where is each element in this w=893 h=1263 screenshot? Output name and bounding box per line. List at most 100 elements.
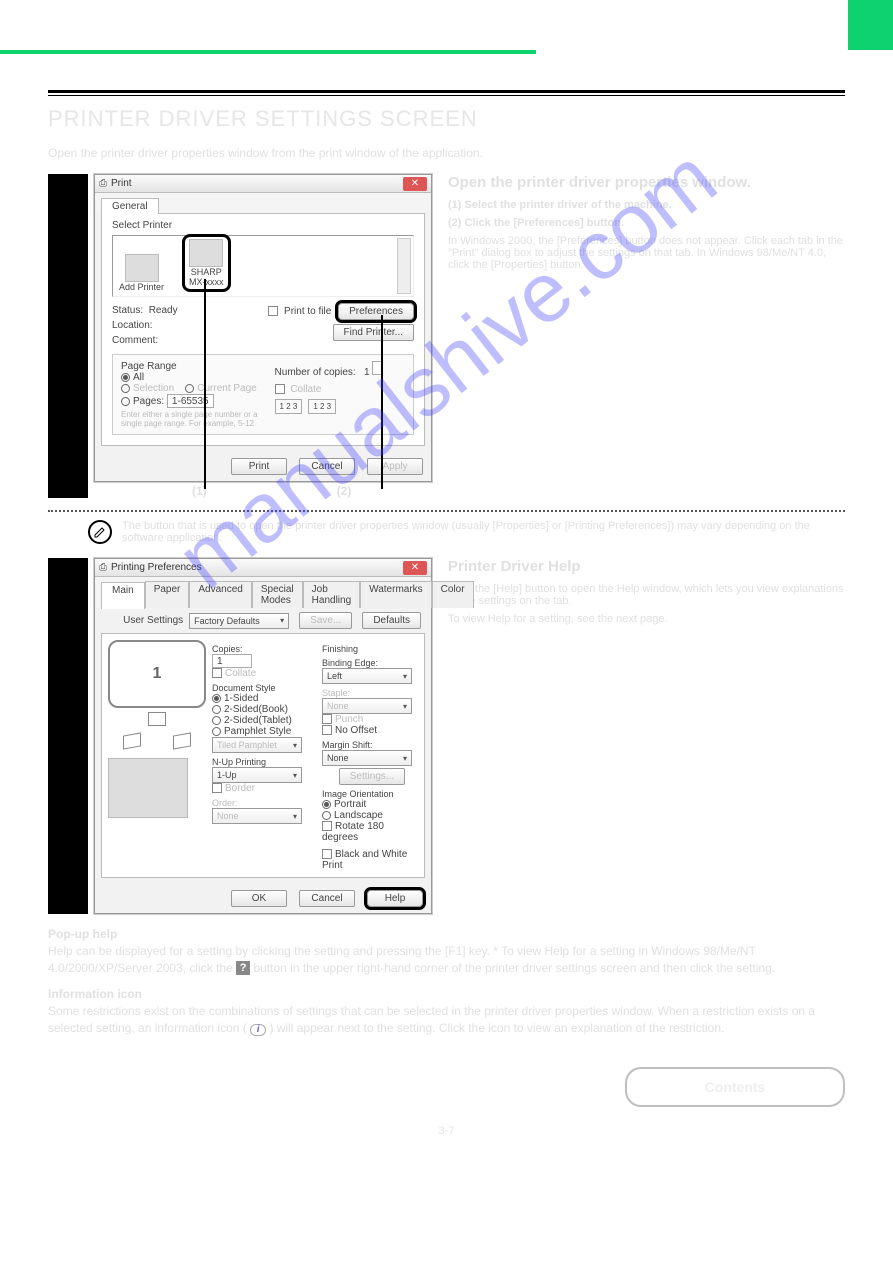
bw-label: Black and White Print <box>322 849 407 871</box>
preferences-button[interactable]: Preferences <box>338 303 414 320</box>
pages-input[interactable]: 1-65535 <box>167 394 214 408</box>
add-printer[interactable]: Add Printer <box>119 254 164 292</box>
defaults-button[interactable]: Defaults <box>362 612 421 629</box>
copies-input[interactable]: 1 <box>212 654 252 668</box>
status-label: Status: <box>112 305 143 316</box>
staple-label: Staple: <box>322 688 418 698</box>
order-select[interactable]: None▾ <box>212 808 302 824</box>
nooffset-label: No Offset <box>335 725 377 736</box>
chevron-down-icon: ▾ <box>280 616 284 625</box>
bw-checkbox[interactable] <box>322 849 332 859</box>
step-1-title: Open the printer driver properties windo… <box>448 174 845 191</box>
radio-1sided-label: 1-Sided <box>224 693 258 704</box>
punch-checkbox[interactable] <box>322 714 332 724</box>
collate-checkbox[interactable] <box>212 668 222 678</box>
radio-pages-label: Pages: <box>133 396 164 407</box>
callout-line-2 <box>381 315 383 489</box>
step-1-number <box>48 174 88 498</box>
chevron-down-icon: ▾ <box>403 702 407 711</box>
radio-pamphlet[interactable] <box>212 727 221 736</box>
save-button[interactable]: Save... <box>299 612 352 629</box>
close-icon[interactable]: ✕ <box>403 561 427 575</box>
print-titlebar: ⎙ Print ✕ <box>95 175 431 193</box>
collate-label: Collate <box>225 668 256 679</box>
printer-list-scrollbar[interactable] <box>397 238 411 294</box>
cancel-button[interactable]: Cancel <box>299 890 355 907</box>
tab-color[interactable]: Color <box>432 581 474 608</box>
pencil-icon <box>88 520 112 544</box>
preview-stack-icon <box>173 732 191 749</box>
nooffset-checkbox[interactable] <box>322 725 332 735</box>
tiled-value: Tiled Pamphlet <box>217 740 277 750</box>
print-to-file-label: Print to file <box>284 306 331 317</box>
step-2-desc: Click the [Help] button to open the Help… <box>448 583 845 607</box>
contents-link[interactable]: Contents <box>625 1067 845 1107</box>
help-button[interactable]: Help <box>367 890 423 907</box>
tab-advanced[interactable]: Advanced <box>189 581 251 608</box>
apply-button[interactable]: Apply <box>367 458 423 475</box>
border-checkbox[interactable] <box>212 783 222 793</box>
radio-1sided[interactable] <box>212 694 221 703</box>
margin-select[interactable]: None▾ <box>322 750 412 766</box>
step-1-note: The button that is used to open the prin… <box>88 520 845 544</box>
radio-2tablet[interactable] <box>212 716 221 725</box>
staple-value: None <box>327 701 349 711</box>
radio-landscape[interactable] <box>322 811 331 820</box>
add-printer-icon <box>125 254 159 282</box>
binding-select[interactable]: Left▾ <box>322 668 412 684</box>
tab-general[interactable]: General <box>101 198 159 214</box>
prefs-title: Printing Preferences <box>111 562 399 573</box>
heading-rule <box>48 90 845 96</box>
tab-job[interactable]: Job Handling <box>303 581 360 608</box>
ok-button[interactable]: OK <box>231 890 287 907</box>
preview-stack-icon <box>123 732 141 749</box>
add-printer-label: Add Printer <box>119 282 164 292</box>
nup-select[interactable]: 1-Up▾ <box>212 767 302 783</box>
prefs-tabstrip: Main Paper Advanced Special Modes Job Ha… <box>95 577 431 608</box>
radio-landscape-label: Landscape <box>334 810 383 821</box>
printer-sharp[interactable]: SHARP MX-xxxx <box>182 234 231 292</box>
step-1-note-text: The button that is used to open the prin… <box>122 520 845 544</box>
radio-portrait-label: Portrait <box>334 799 366 810</box>
info-heading: Information icon <box>48 986 845 1003</box>
print-dialog: ⎙ Print ✕ General Select Printer Add Pri… <box>94 174 432 482</box>
border-label: Border <box>225 783 255 794</box>
copies-value: 1 <box>364 367 370 378</box>
doc-style-label: Document Style <box>212 683 308 693</box>
tab-main[interactable]: Main <box>101 582 145 609</box>
pages-hint: Enter either a single page number or a s… <box>121 410 265 428</box>
user-settings-select[interactable]: Factory Defaults▾ <box>189 613 289 629</box>
printer-sharp-label: SHARP <box>191 267 222 277</box>
tab-paper[interactable]: Paper <box>145 581 190 608</box>
popup-heading: Pop-up help <box>48 926 845 943</box>
prefs-titlebar: ⎙ Printing Preferences ✕ <box>95 559 431 577</box>
comment-label: Comment: <box>112 333 268 348</box>
tab-watermarks[interactable]: Watermarks <box>360 581 432 608</box>
close-icon[interactable]: ✕ <box>403 177 427 191</box>
chevron-down-icon: ▾ <box>293 771 297 780</box>
print-to-file-checkbox[interactable] <box>268 306 278 316</box>
page-range-label: Page Range <box>121 361 265 372</box>
status-value: Ready <box>149 305 178 316</box>
step-2-number <box>48 558 88 914</box>
settings-button[interactable]: Settings... <box>339 768 405 785</box>
radio-selection[interactable] <box>121 384 130 393</box>
staple-select[interactable]: None ▾ <box>322 698 412 714</box>
print-button[interactable]: Print <box>231 458 287 475</box>
radio-current[interactable] <box>185 384 194 393</box>
cancel-button[interactable]: Cancel <box>299 458 355 475</box>
find-printer-button[interactable]: Find Printer... <box>333 324 414 341</box>
radio-2book[interactable] <box>212 705 221 714</box>
rotate-checkbox[interactable] <box>322 821 332 831</box>
tab-special[interactable]: Special Modes <box>252 581 303 608</box>
nup-label: N-Up Printing <box>212 757 308 767</box>
radio-portrait[interactable] <box>322 800 331 809</box>
collate-checkbox[interactable] <box>275 384 285 394</box>
radio-all[interactable] <box>121 373 130 382</box>
collate-label: Collate <box>290 384 321 395</box>
tiled-select[interactable]: Tiled Pamphlet▾ <box>212 737 302 753</box>
chevron-down-icon: ▾ <box>403 754 407 763</box>
print-tabstrip: General <box>95 193 431 213</box>
radio-pages[interactable] <box>121 397 130 406</box>
page-title: PRINTER DRIVER SETTINGS SCREEN <box>48 106 845 132</box>
